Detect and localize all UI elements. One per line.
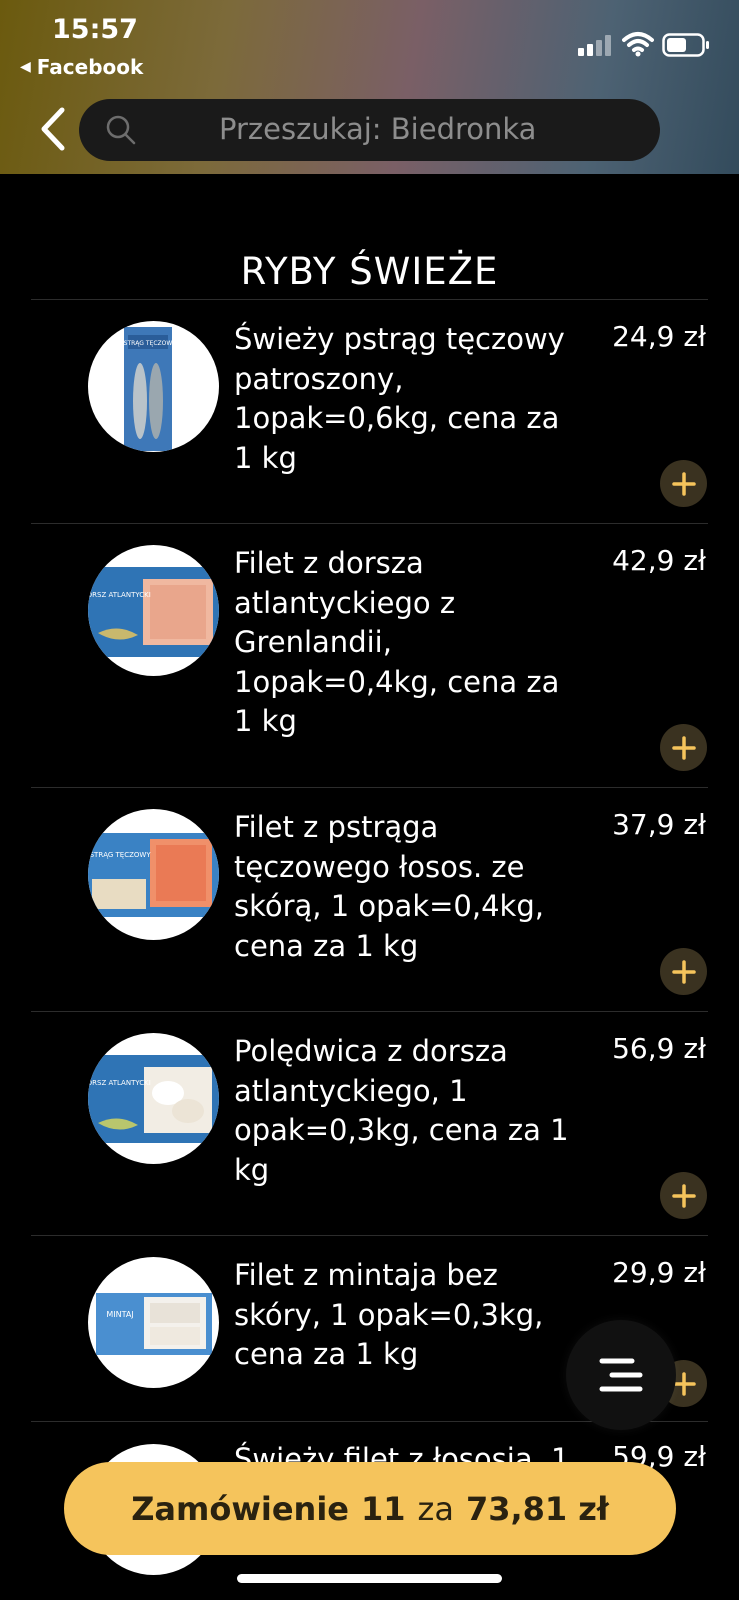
back-triangle-icon: ◀: [20, 59, 31, 75]
product-image: DORSZ ATLANTYCKI: [88, 545, 219, 676]
order-summary-button[interactable]: Zamówienie 11 za 73,81 zł: [64, 1462, 676, 1555]
order-count: 11: [361, 1489, 406, 1528]
add-to-cart-button[interactable]: [660, 724, 707, 771]
svg-text:DORSZ ATLANTYCKI: DORSZ ATLANTYCKI: [88, 1079, 151, 1087]
add-to-cart-button[interactable]: [660, 948, 707, 995]
app-screen: 15:57 ◀ Facebook Przeszukaj: Biedronka R…: [0, 0, 739, 1600]
product-price: 56,9 zł: [612, 1032, 706, 1065]
wifi-icon: [622, 32, 654, 57]
product-price: 42,9 zł: [612, 544, 706, 577]
product-image: PSTRĄG TĘCZOWY: [88, 809, 219, 940]
plus-icon: [671, 1183, 696, 1208]
svg-text:PSTRĄG TĘCZOWY: PSTRĄG TĘCZOWY: [88, 851, 151, 859]
menu-lines-icon: [599, 1358, 643, 1392]
add-to-cart-button[interactable]: [660, 460, 707, 507]
svg-text:DORSZ ATLANTYCKI: DORSZ ATLANTYCKI: [88, 591, 151, 599]
product-price: 24,9 zł: [612, 320, 706, 353]
product-image: MINTAJ: [88, 1257, 219, 1388]
category-title: RYBY ŚWIEŻE: [240, 250, 499, 293]
menu-button[interactable]: [566, 1320, 676, 1430]
battery-icon: [662, 33, 709, 57]
plus-icon: [671, 471, 696, 496]
product-price: 37,9 zł: [612, 808, 706, 841]
add-to-cart-button[interactable]: [660, 1172, 707, 1219]
product-item[interactable]: DORSZ ATLANTYCKI Polędwica z dorsza atla…: [0, 1012, 739, 1236]
home-indicator: [237, 1574, 502, 1583]
product-name: Filet z dorsza atlantyckiego z Grenlandi…: [234, 546, 560, 738]
order-total: 73,81 zł: [465, 1489, 609, 1528]
order-for-word: za: [417, 1489, 454, 1528]
order-label: Zamówienie: [131, 1489, 349, 1528]
back-chevron-icon[interactable]: [38, 106, 68, 152]
svg-text:PSTRĄG TĘCZOWY: PSTRĄG TĘCZOWY: [120, 340, 176, 347]
plus-icon: [671, 959, 696, 984]
plus-icon: [671, 735, 696, 760]
search-icon: [106, 115, 136, 145]
status-time: 15:57: [52, 14, 138, 45]
product-price: 29,9 zł: [612, 1256, 706, 1289]
cellular-signal-icon: [578, 35, 611, 56]
product-item[interactable]: PSTRĄG TĘCZOWY Filet z pstrąga tęczowego…: [0, 788, 739, 1012]
header: 15:57 ◀ Facebook Przeszukaj: Biedronka: [0, 0, 739, 174]
product-name: Świeży pstrąg tęczowy patroszony, 1opak=…: [234, 322, 565, 475]
product-image: PSTRĄG TĘCZOWY: [88, 321, 219, 452]
back-to-app-link[interactable]: ◀ Facebook: [20, 55, 143, 79]
product-image: DORSZ ATLANTYCKI: [88, 1033, 219, 1164]
back-app-label: Facebook: [36, 55, 144, 79]
product-name: Filet z mintaja bez skóry, 1 opak=0,3kg,…: [234, 1258, 544, 1371]
search-input[interactable]: Przeszukaj: Biedronka: [79, 99, 660, 161]
product-name: Filet z pstrąga tęczowego łosos. ze skór…: [234, 810, 544, 963]
product-name: Polędwica z dorsza atlantyckiego, 1 opak…: [234, 1034, 569, 1187]
product-item[interactable]: DORSZ ATLANTYCKI Filet z dorsza atlantyc…: [0, 524, 739, 788]
product-item[interactable]: PSTRĄG TĘCZOWY Świeży pstrąg tęczowy pat…: [0, 300, 739, 524]
svg-text:MINTAJ: MINTAJ: [106, 1310, 133, 1319]
search-placeholder: Przeszukaj: Biedronka: [219, 112, 537, 146]
